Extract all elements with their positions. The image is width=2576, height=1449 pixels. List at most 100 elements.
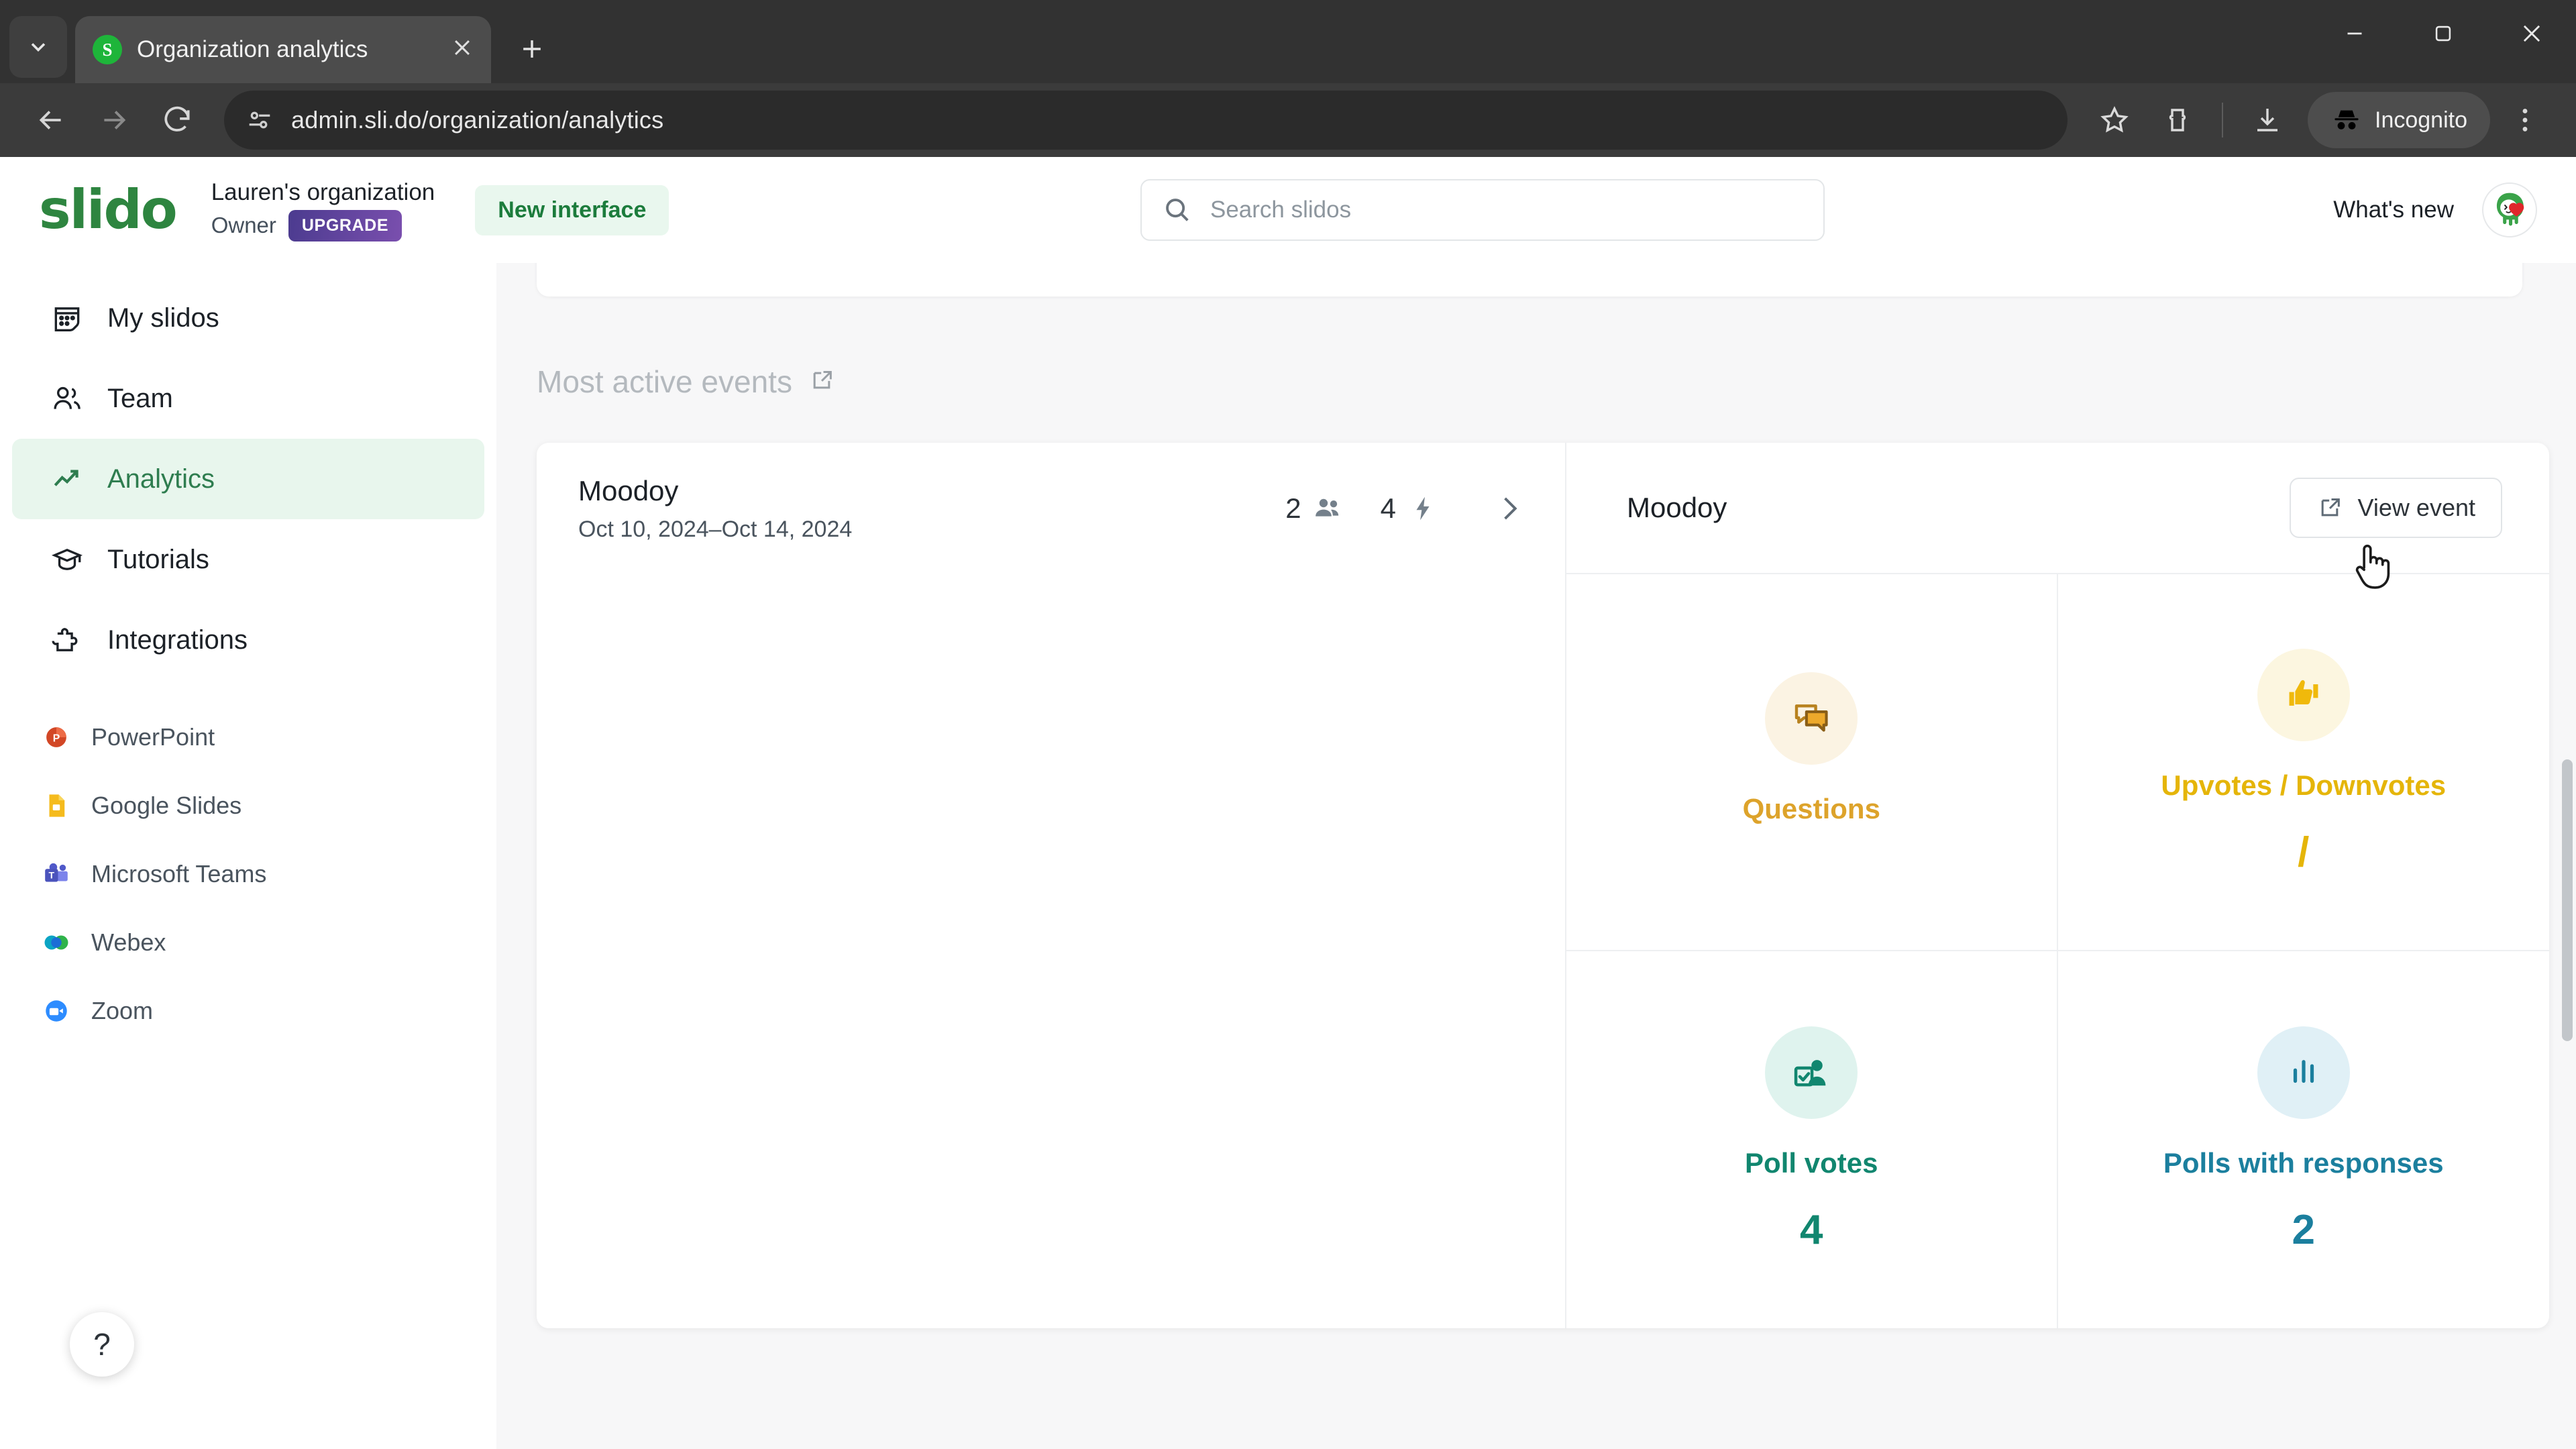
sidebar-item-tutorials[interactable]: Tutorials <box>12 519 484 600</box>
slido-logo[interactable]: slido <box>39 183 178 237</box>
events-empty-area <box>537 574 1565 1328</box>
downloads-button[interactable] <box>2239 92 2296 148</box>
event-participants: 2 <box>1285 492 1344 525</box>
organization-role-row: Owner UPGRADE <box>211 209 435 241</box>
participants-count: 2 <box>1285 492 1301 524</box>
event-detail-header: Moodoy View event <box>1566 443 2549 574</box>
new-tab-button[interactable] <box>508 25 555 72</box>
stat-label: Questions <box>1742 793 1880 824</box>
stat-cell-poll-votes: Poll votes 4 <box>1566 951 2058 1328</box>
integration-webex[interactable]: Webex <box>0 908 496 977</box>
integration-google-slides[interactable]: Google Slides <box>0 771 496 840</box>
tab-close-button[interactable] <box>451 36 474 63</box>
integration-label: Microsoft Teams <box>91 860 267 888</box>
question-mark-icon: ? <box>93 1327 111 1362</box>
avatar-creature-icon <box>2496 193 2524 226</box>
powerpoint-icon: P <box>42 722 71 752</box>
incognito-indicator[interactable]: Incognito <box>2308 92 2490 148</box>
lightning-bolt-icon <box>1407 492 1439 525</box>
view-event-button[interactable]: View event <box>2289 478 2502 538</box>
integration-label: PowerPoint <box>91 723 215 751</box>
most-active-events-header: Most active events <box>537 364 835 400</box>
chrome-menu-button[interactable] <box>2497 92 2553 148</box>
event-list-item[interactable]: Moodoy Oct 10, 2024–Oct 14, 2024 2 4 <box>537 443 1565 574</box>
bookmark-button[interactable] <box>2086 92 2143 148</box>
sidebar-item-label: Tutorials <box>107 544 209 574</box>
stat-bubble <box>2257 1026 2350 1119</box>
upgrade-badge[interactable]: UPGRADE <box>288 209 402 241</box>
reload-icon <box>164 106 190 131</box>
organization-name: Lauren's organization <box>211 178 435 205</box>
incognito-hat-icon <box>2334 110 2359 129</box>
tab-search-button[interactable] <box>9 16 67 78</box>
sidebar-item-integrations[interactable]: Integrations <box>12 600 484 680</box>
sidebar-item-team[interactable]: Team <box>12 358 484 439</box>
site-settings-icon[interactable] <box>244 105 275 136</box>
slido-app: slido Lauren's organization Owner UPGRAD… <box>0 157 2576 1449</box>
whats-new-button[interactable]: What's new <box>2333 197 2454 223</box>
forward-button[interactable] <box>86 92 142 148</box>
events-column: Moodoy Oct 10, 2024–Oct 14, 2024 2 4 <box>537 443 1566 1328</box>
reload-button[interactable] <box>149 92 205 148</box>
content-scrollbar[interactable] <box>2559 263 2576 1449</box>
sidebar-item-label: My slidos <box>107 303 219 333</box>
organization-info: Lauren's organization Owner UPGRADE <box>211 179 435 241</box>
url-text: admin.sli.do/organization/analytics <box>291 106 664 133</box>
stat-bubble <box>1765 672 1858 765</box>
integration-label: Webex <box>91 928 166 956</box>
stat-label: Polls with responses <box>2163 1146 2444 1179</box>
integration-label: Zoom <box>91 997 154 1024</box>
event-meta: Moodoy Oct 10, 2024–Oct 14, 2024 <box>578 475 852 543</box>
stat-cell-upvotes-downvotes: Upvotes / Downvotes / <box>2057 574 2549 951</box>
integration-zoom[interactable]: Zoom <box>0 977 496 1045</box>
organization-role: Owner <box>211 213 276 237</box>
minimize-button[interactable] <box>2310 0 2399 67</box>
stat-value: 4 <box>1800 1206 1823 1253</box>
extensions-button[interactable] <box>2149 92 2206 148</box>
maximize-button[interactable] <box>2399 0 2487 67</box>
header-actions: What's new <box>2333 182 2537 237</box>
search-icon <box>1166 199 1189 221</box>
most-active-events-card: Moodoy Oct 10, 2024–Oct 14, 2024 2 4 Moo… <box>537 443 2549 1328</box>
stat-label: Poll votes <box>1745 1146 1878 1179</box>
stat-cell-polls-with-responses: Polls with responses 2 <box>2058 951 2550 1328</box>
event-detail-title: Moodoy <box>1627 492 1727 523</box>
maximize-icon <box>2435 25 2451 42</box>
previous-card-fragment <box>537 263 2522 297</box>
integration-powerpoint[interactable]: P PowerPoint <box>0 703 496 771</box>
tab-title: Organization analytics <box>137 36 368 62</box>
section-title: Most active events <box>537 364 792 399</box>
event-inline-stats: 2 4 <box>1285 490 1527 527</box>
new-interface-button[interactable]: New interface <box>475 184 669 235</box>
window-close-button[interactable] <box>2487 0 2576 67</box>
kebab-menu-icon <box>2522 109 2528 131</box>
address-bar[interactable]: admin.sli.do/organization/analytics <box>224 91 2068 150</box>
sidebar-item-label: Team <box>107 383 173 413</box>
stat-bubble <box>2257 648 2350 741</box>
integration-microsoft-teams[interactable]: T Microsoft Teams <box>0 840 496 908</box>
browser-tab[interactable]: S Organization analytics <box>75 16 491 83</box>
speech-bubbles-icon <box>1795 704 1828 732</box>
trend-up-icon <box>50 462 85 496</box>
bookmark-star-icon <box>2100 106 2129 133</box>
event-detail-column: Moodoy View event Questions Upvotes / Do… <box>1566 443 2549 1328</box>
minimize-icon <box>2347 32 2362 35</box>
chevron-right-icon[interactable] <box>1490 490 1527 527</box>
search-slidos-field[interactable]: Search slidos <box>1140 179 1825 241</box>
sidebar-item-my-slidos[interactable]: My slidos <box>12 278 484 358</box>
event-activity: 4 <box>1381 492 1439 525</box>
help-button[interactable]: ? <box>70 1312 134 1377</box>
user-avatar[interactable] <box>2482 182 2537 237</box>
people-icon <box>1312 492 1344 525</box>
graduation-cap-icon <box>50 542 85 577</box>
sidebar-item-label: Analytics <box>107 464 215 494</box>
search-placeholder: Search slidos <box>1210 197 1352 223</box>
back-button[interactable] <box>23 92 79 148</box>
external-link-icon[interactable] <box>808 367 835 397</box>
sidebar-item-analytics[interactable]: Analytics <box>12 439 484 519</box>
activity-count: 4 <box>1380 492 1396 524</box>
event-stats-grid: Questions Upvotes / Downvotes / Poll vot… <box>1566 574 2549 1328</box>
tab-strip: S Organization analytics <box>0 0 2576 83</box>
scrollbar-thumb[interactable] <box>2562 759 2573 1041</box>
svg-text:P: P <box>53 733 60 744</box>
